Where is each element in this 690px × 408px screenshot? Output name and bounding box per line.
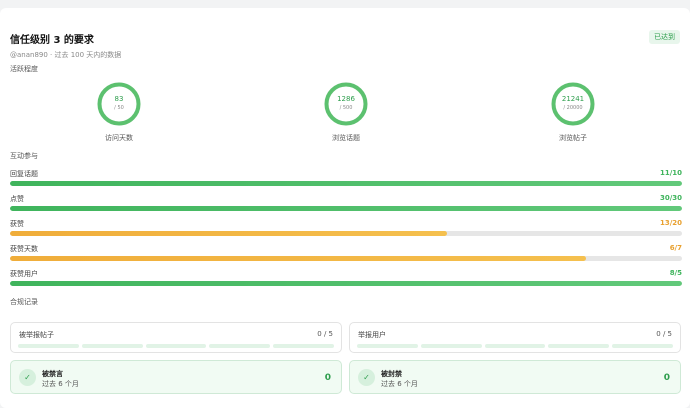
progress-label: 获赞用户 <box>10 270 38 278</box>
progress-track <box>10 231 682 236</box>
page-subtitle: @anan890 · 过去 100 天内的数据 <box>10 51 122 59</box>
ring-topics-viewed-target: / 500 <box>339 105 353 111</box>
progress-label: 获赞 <box>10 220 24 228</box>
ring-topics-viewed-graphic <box>324 82 368 126</box>
section-compliance-label: 合规记录 <box>10 298 38 306</box>
check-icon: ✓ <box>358 369 375 386</box>
ring-topics-viewed: 1286 / 500 浏览话题 <box>311 82 381 142</box>
reported-users-box: 举报用户 0 / 5 <box>349 322 681 353</box>
silenced-period: 过去 6 个月 <box>42 380 79 388</box>
silenced-title: 被禁言 <box>42 370 63 378</box>
progress-fill <box>10 206 682 211</box>
silenced-status-box: ✓ 被禁言 过去 6 个月 0 <box>10 360 342 394</box>
suspended-count: 0 <box>663 373 670 383</box>
section-interaction-label: 互动参与 <box>10 152 38 160</box>
suspended-period: 过去 6 个月 <box>381 380 418 388</box>
ring-visit-days-graphic <box>97 82 141 126</box>
progress-fill <box>10 281 682 286</box>
reported-users-label: 举报用户 <box>358 331 386 339</box>
ring-posts-read-value: 21241 <box>561 95 585 103</box>
segment <box>145 344 207 348</box>
segment <box>484 344 546 348</box>
progress-value: 8/5 <box>669 269 682 277</box>
section-activity-label: 活跃程度 <box>10 65 38 73</box>
segment <box>420 344 482 348</box>
ring-visit-days-target: / 50 <box>114 105 124 111</box>
flagged-posts-count: 0 / 5 <box>317 330 333 338</box>
ring-posts-read-target: / 20000 <box>563 105 583 111</box>
ring-posts-read-graphic <box>551 82 595 126</box>
progress-track <box>10 256 682 261</box>
progress-track <box>10 206 682 211</box>
flagged-posts-segments <box>18 344 334 348</box>
trust-level-card: 信任级别 3 的要求 @anan890 · 过去 100 天内的数据 已达到 活… <box>0 8 690 408</box>
ring-topics-viewed-value: 1286 <box>337 95 355 103</box>
segment <box>18 344 79 348</box>
progress-value: 13/20 <box>659 219 682 227</box>
ring-visit-days: 83 / 50 访问天数 <box>84 82 154 142</box>
progress-label: 点赞 <box>10 195 24 203</box>
silenced-count: 0 <box>324 373 331 383</box>
reported-users-segments <box>357 344 673 348</box>
page-title: 信任级别 3 的要求 <box>10 35 94 46</box>
progress-fill <box>10 181 682 186</box>
ring-visit-days-label: 访问天数 <box>105 134 133 142</box>
ring-posts-read: 21241 / 20000 浏览帖子 <box>538 82 608 142</box>
reported-users-count: 0 / 5 <box>656 330 672 338</box>
ring-topics-viewed-label: 浏览话题 <box>332 134 360 142</box>
segment <box>81 344 143 348</box>
segment <box>357 344 418 348</box>
progress-track <box>10 281 682 286</box>
progress-value: 30/30 <box>659 194 682 202</box>
progress-fill <box>10 256 586 261</box>
segment <box>209 344 271 348</box>
progress-fill <box>10 231 447 236</box>
progress-value: 11/10 <box>659 169 682 177</box>
flagged-posts-label: 被举报帖子 <box>19 331 54 339</box>
flagged-posts-box: 被举报帖子 0 / 5 <box>10 322 342 353</box>
progress-label: 获赞天数 <box>10 245 38 253</box>
segment <box>612 344 673 348</box>
suspended-status-box: ✓ 被封禁 过去 6 个月 0 <box>349 360 681 394</box>
progress-value: 6/7 <box>669 244 682 252</box>
segment <box>548 344 610 348</box>
suspended-title: 被封禁 <box>381 370 402 378</box>
status-badge: 已达到 <box>649 30 680 44</box>
segment <box>273 344 334 348</box>
progress-track <box>10 181 682 186</box>
ring-visit-days-value: 83 <box>114 95 124 103</box>
check-icon: ✓ <box>19 369 36 386</box>
progress-label: 回复话题 <box>10 170 38 178</box>
ring-posts-read-label: 浏览帖子 <box>559 134 587 142</box>
